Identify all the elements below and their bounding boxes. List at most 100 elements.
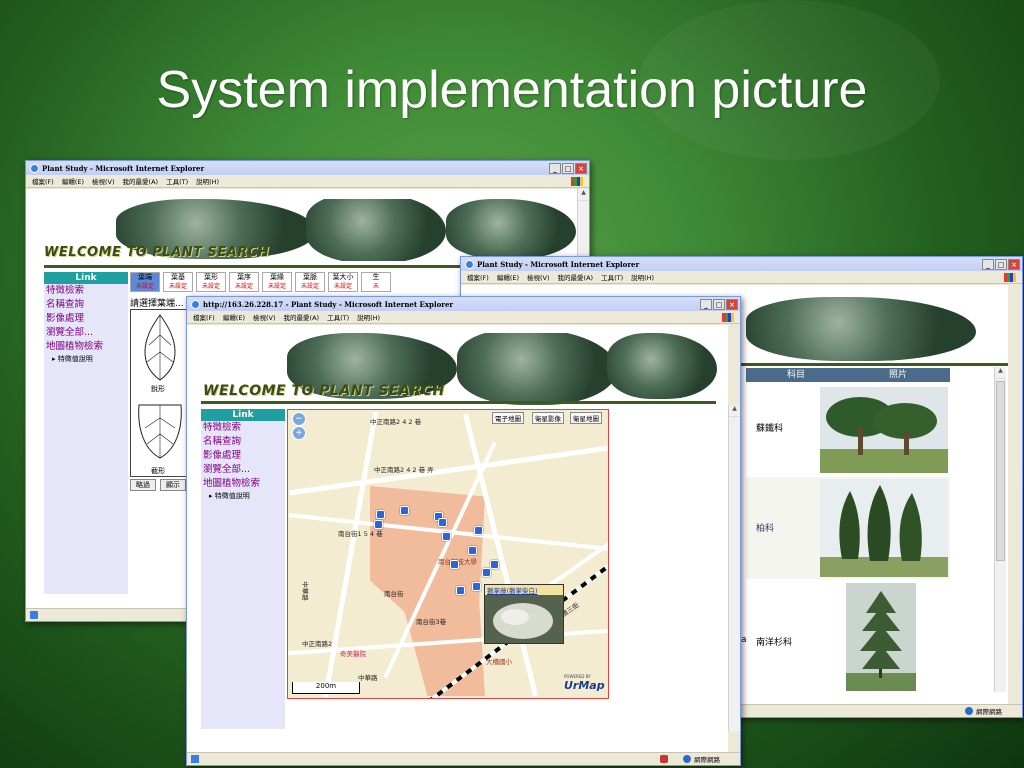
menu-favorites[interactable]: 我的最愛(A) [123,176,159,186]
tab-leaf-margin[interactable]: 葉緣 未設定 [262,272,292,292]
title-bar[interactable]: Plant Study - Microsoft Internet Explore… [461,257,1022,271]
close-button[interactable]: × [726,298,738,310]
family-name[interactable]: 柏科 [756,521,774,534]
nav-feature-help[interactable]: ▸ 特徵值說明 [201,491,285,502]
zoom-in-icon[interactable]: + [292,426,306,440]
page-icon [30,611,38,619]
menu-view[interactable]: 檢視(V) [527,272,550,282]
menu-edit[interactable]: 編輯(E) [223,312,245,322]
minimize-button[interactable]: _ [700,298,712,310]
tab-leaf-arrangement[interactable]: 葉序 未設定 [229,272,259,292]
menu-tools[interactable]: 工具(T) [166,176,188,186]
maximize-button[interactable]: □ [562,162,574,174]
plant-marker-icon[interactable] [474,526,483,535]
nav-name-query[interactable]: 名稱查詢 [201,435,285,449]
scroll-up-arrow[interactable]: ▲ [995,367,1006,379]
menu-view[interactable]: 檢視(V) [253,312,276,322]
zoom-out-icon[interactable]: − [292,412,306,426]
maximize-button[interactable]: □ [995,258,1007,270]
plant-marker-icon[interactable] [456,586,465,595]
vertical-scrollbar[interactable]: ▲ [994,367,1006,692]
tab-leaf-shape[interactable]: 葉形 未設定 [196,272,226,292]
banner-leaf-image [746,297,976,361]
nav-browse-all[interactable]: 瀏覽全部... [201,463,285,477]
map-label: 南台街3巷 [416,618,447,626]
menu-bar: 檔案(F) 編輯(E) 檢視(V) 我的最愛(A) 工具(T) 說明(H) [461,271,1022,284]
scroll-thumb[interactable] [996,381,1005,561]
map-mode-electronic-button[interactable]: 電子地圖 [492,412,524,424]
plant-marker-icon[interactable] [400,506,409,515]
banner: WELCOME TO PLANT SEARCH [187,333,728,405]
menu-bar: 檔案(F) 編輯(E) 檢視(V) 我的最愛(A) 工具(T) 說明(H) [26,175,589,188]
plant-marker-icon[interactable] [374,520,383,529]
leaf-option-panel: 銳形 截形 [130,309,190,477]
nav-map-search[interactable]: 地圖植物檢索 [201,477,285,491]
menu-tools[interactable]: 工具(T) [327,312,349,322]
menu-help[interactable]: 說明(H) [196,176,219,186]
tab-more[interactable]: 生未 [361,272,391,292]
nav-map-search[interactable]: 地圖植物檢索 [44,340,128,354]
map-mode-hybrid-button[interactable]: 衛星地圖 [570,412,602,424]
plant-marker-icon[interactable] [438,518,447,527]
selection-prompt: 請選擇葉端... [130,299,184,309]
plant-photo-cycad[interactable] [820,387,948,473]
maximize-button[interactable]: □ [713,298,725,310]
window-title: Plant Study - Microsoft Internet Explore… [42,163,205,173]
show-button[interactable]: 顯示 [160,479,186,491]
plant-marker-icon[interactable] [450,560,459,569]
window-title: http://163.26.228.17 - Plant Study - Mic… [203,299,454,309]
plant-marker-icon[interactable] [472,582,481,591]
menu-tools[interactable]: 工具(T) [601,272,623,282]
title-bar[interactable]: Plant Study - Microsoft Internet Explore… [26,161,589,175]
scroll-up-arrow[interactable]: ▲ [578,189,589,201]
minimize-button[interactable]: _ [549,162,561,174]
nav-image-processing[interactable]: 影像處理 [44,312,128,326]
nav-feature-search[interactable]: 特徵檢索 [201,421,285,435]
menu-edit[interactable]: 編輯(E) [62,176,84,186]
plant-popup-title[interactable]: 鵝掌藤(鵝掌柴白) [485,585,563,595]
map-label: 奇美醫院 [340,650,366,658]
menu-file[interactable]: 檔案(F) [467,272,489,282]
map-label: 大橋國小 [486,658,512,666]
plant-marker-icon[interactable] [376,510,385,519]
menu-edit[interactable]: 編輯(E) [497,272,519,282]
nav-browse-all[interactable]: 瀏覽全部... [44,326,128,340]
nav-feature-help[interactable]: ▸ 特徵值說明 [44,354,128,365]
nav-image-processing[interactable]: 影像處理 [201,449,285,463]
map-label: 中正南路2 4 2 巷 [370,418,422,426]
plant-marker-icon[interactable] [442,532,451,541]
menu-file[interactable]: 檔案(F) [193,312,215,322]
minimize-button[interactable]: _ [982,258,994,270]
menu-help[interactable]: 說明(H) [357,312,380,322]
tab-leaf-tip[interactable]: 葉端 未設定 [130,272,160,292]
vertical-scrollbar[interactable]: ▲ [728,405,740,731]
plant-marker-icon[interactable] [490,560,499,569]
nav-name-query[interactable]: 名稱查詢 [44,298,128,312]
plant-marker-icon[interactable] [468,546,477,555]
page-icon [191,755,199,763]
banner-leaf-image [446,199,576,259]
map-view[interactable]: 中正南路2 4 2 巷 中正南路2 4 2 巷 弄 南台街1 5 4 巷 南台科… [287,409,609,699]
close-button[interactable]: × [1008,258,1020,270]
plant-popup[interactable]: 鵝掌藤(鵝掌柴白) [484,584,564,644]
skip-button[interactable]: 略過 [130,479,156,491]
menu-help[interactable]: 說明(H) [631,272,654,282]
tab-leaf-vein[interactable]: 葉脈 未設定 [295,272,325,292]
close-button[interactable]: × [575,162,587,174]
plant-marker-icon[interactable] [482,568,491,577]
menu-favorites[interactable]: 我的最愛(A) [284,312,320,322]
tab-leaf-base[interactable]: 葉基 未設定 [163,272,193,292]
urmap-logo: POWERED BY UrMap [564,674,605,692]
plant-photo-cypress[interactable] [820,479,948,577]
title-bar[interactable]: http://163.26.228.17 - Plant Study - Mic… [187,297,740,311]
nav-feature-search[interactable]: 特徵檢索 [44,284,128,298]
scroll-up-arrow[interactable]: ▲ [729,405,740,417]
plant-photo-araucaria[interactable] [846,583,916,691]
tab-leaf-size[interactable]: 葉大小 未設定 [328,272,358,292]
map-mode-satellite-button[interactable]: 衛星影像 [532,412,564,424]
ie-icon [30,163,39,173]
leaf-label-acute: 銳形 [151,385,165,393]
menu-favorites[interactable]: 我的最愛(A) [558,272,594,282]
menu-file[interactable]: 檔案(F) [32,176,54,186]
menu-view[interactable]: 檢視(V) [92,176,115,186]
